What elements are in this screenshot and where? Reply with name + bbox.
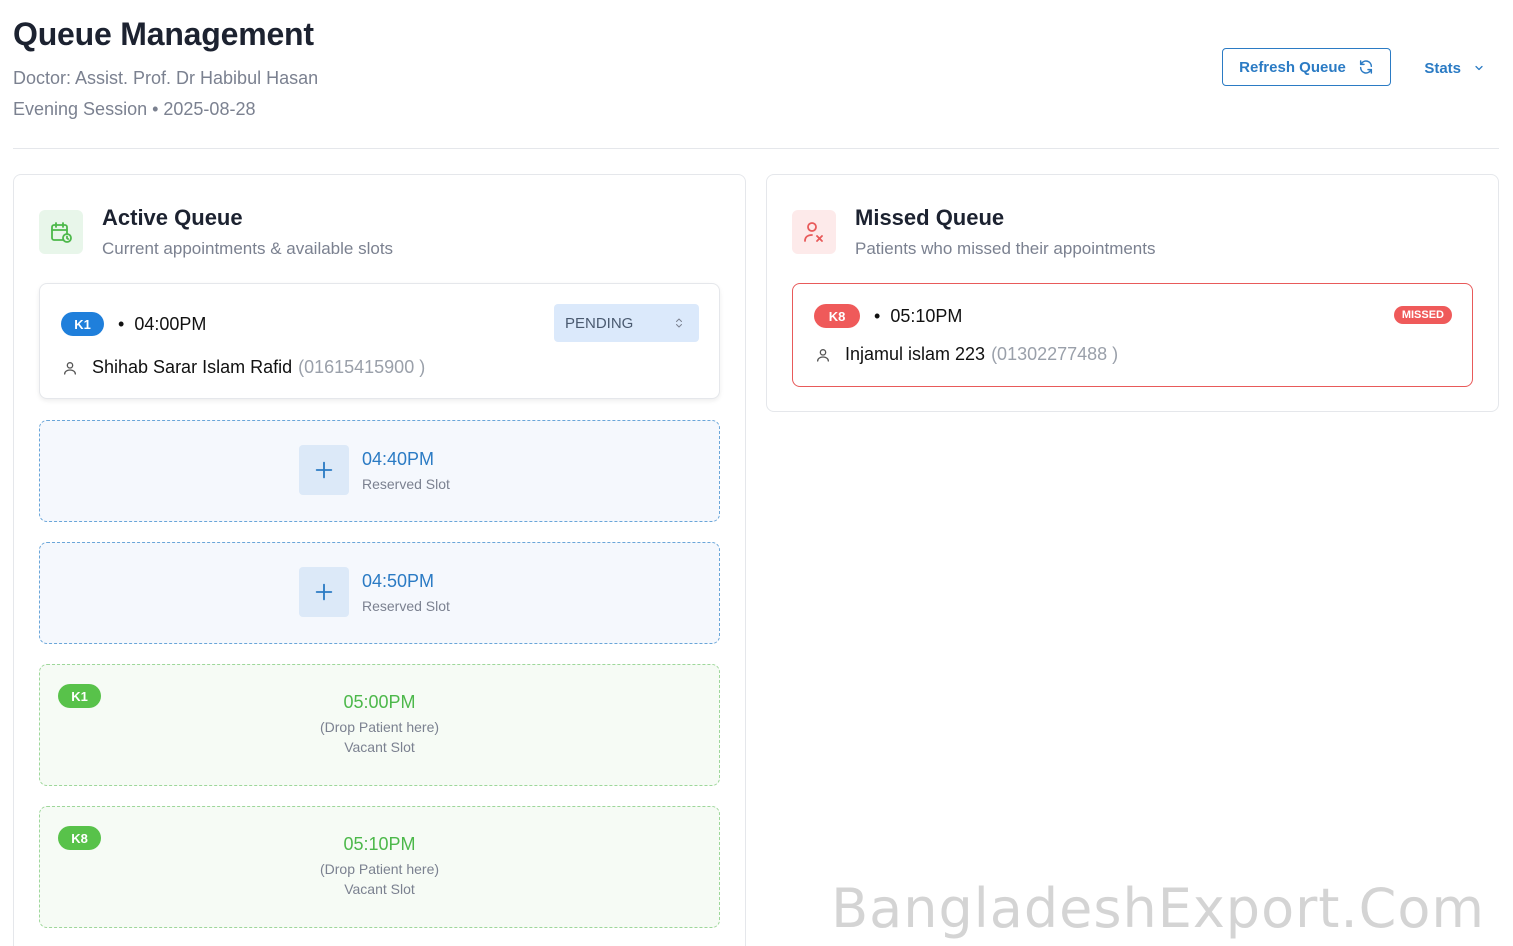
reserved-slot-time: 04:50PM (362, 570, 435, 591)
appointment-time: 05:10PM (890, 305, 963, 326)
reserved-slot-label: Reserved Slot (362, 475, 450, 492)
active-queue-header: Active Queue Current appointments & avai… (39, 205, 394, 259)
slot-badge: K8 (814, 304, 860, 328)
plus-icon[interactable] (299, 445, 349, 495)
refresh-icon (1359, 60, 1372, 74)
status-select[interactable]: PENDING (554, 304, 699, 342)
missed-appointment-card[interactable]: K8 • 05:10PM MISSED Injamul islam 223 (0… (792, 283, 1473, 387)
vacant-slot-label: Vacant Slot (344, 739, 415, 755)
calendar-clock-icon (39, 210, 83, 254)
vacant-slot[interactable]: K1 05:00PM (Drop Patient here) Vacant Sl… (39, 664, 720, 786)
refresh-queue-button[interactable]: Refresh Queue (1222, 48, 1391, 86)
separator-dot: • (874, 305, 881, 326)
watermark: BangladeshExport.Com (831, 877, 1485, 940)
reserved-slot[interactable]: 04:40PM Reserved Slot (39, 420, 720, 522)
patient-name: Injamul islam 223 (845, 344, 986, 364)
reserved-slot-label: Reserved Slot (362, 597, 450, 614)
stats-dropdown[interactable]: Stats (1424, 54, 1485, 82)
reserved-slot[interactable]: 04:50PM Reserved Slot (39, 542, 720, 644)
separator-dot: • (118, 313, 125, 334)
drop-hint: (Drop Patient here) (319, 719, 440, 735)
stats-label: Stats (1424, 59, 1461, 77)
active-queue-title: Active Queue (102, 205, 243, 230)
active-queue-subtitle: Current appointments & available slots (102, 239, 394, 258)
vacant-slot-time: 05:10PM (343, 834, 416, 854)
missed-queue-title: Missed Queue (855, 205, 1005, 230)
vacant-slot[interactable]: K8 05:10PM (Drop Patient here) Vacant Sl… (39, 806, 720, 928)
slot-badge: K1 (61, 312, 104, 336)
user-icon (817, 348, 829, 362)
missed-queue-subtitle: Patients who missed their appointments (855, 239, 1156, 258)
refresh-queue-label: Refresh Queue (1239, 58, 1346, 76)
plus-icon[interactable] (299, 567, 349, 617)
page-header: Queue Management Doctor: Assist. Prof. D… (13, 14, 1499, 149)
vacant-slot-label: Vacant Slot (344, 881, 415, 897)
vacant-slot-time: 05:00PM (343, 692, 416, 712)
user-icon (64, 361, 76, 375)
session-info: Evening Session • 2025-08-28 (13, 99, 256, 119)
reserved-slot-time: 04:40PM (362, 448, 435, 469)
appointment-time: 04:00PM (134, 313, 207, 334)
missed-badge: MISSED (1393, 306, 1452, 324)
patient-phone: (01615415900 ) (298, 357, 426, 377)
appointment-card[interactable]: K1 • 04:00PM PENDING Shihab Sarar Islam … (39, 283, 720, 399)
patient-phone: (01302277488 ) (991, 344, 1119, 364)
updown-chevron-icon (676, 318, 682, 328)
missed-queue-panel: Missed Queue Patients who missed their a… (766, 174, 1499, 412)
status-value: PENDING (565, 314, 634, 332)
chevron-down-icon (1475, 65, 1483, 71)
patient-name: Shihab Sarar Islam Rafid (92, 357, 293, 377)
active-queue-panel: Active Queue Current appointments & avai… (13, 174, 746, 946)
drop-hint: (Drop Patient here) (319, 861, 440, 877)
user-x-icon (792, 210, 836, 254)
missed-queue-header: Missed Queue Patients who missed their a… (792, 205, 1156, 259)
